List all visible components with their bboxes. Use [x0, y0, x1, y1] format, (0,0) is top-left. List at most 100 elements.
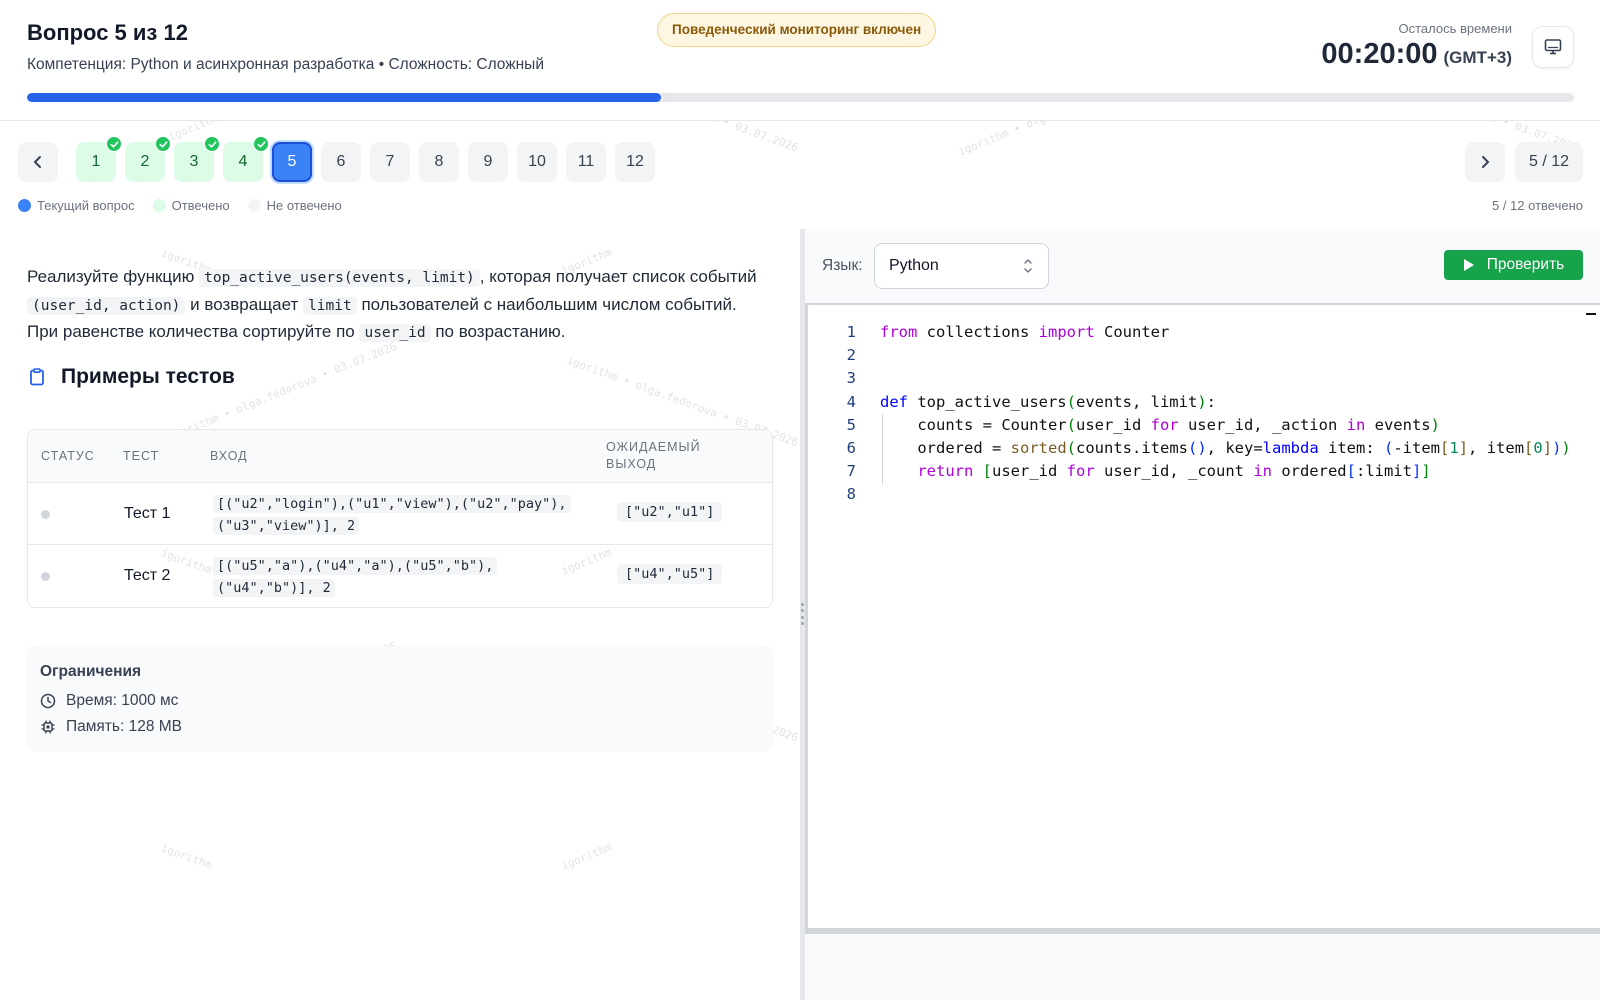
description-text: Реализуйте функцию: [27, 267, 195, 286]
question-number: 9: [483, 153, 493, 170]
legend-label: Отвечено: [171, 198, 230, 213]
screen-share-button[interactable]: [1532, 26, 1574, 68]
question-1-button[interactable]: 1: [76, 136, 122, 182]
question-number: 5: [287, 153, 297, 170]
question-number: 1: [91, 153, 101, 170]
question-10-button[interactable]: 10: [517, 142, 557, 182]
test-status-dot: [41, 510, 50, 519]
language-select[interactable]: Python: [874, 243, 1049, 289]
line-numbers: 1 2 3 4 5 6 7 8: [808, 321, 856, 507]
line-number: 1: [846, 323, 856, 341]
legend-dot: [18, 199, 31, 212]
test-input-line: ("u4","b")], 2: [213, 579, 335, 597]
description-text: , которая получает список событий: [479, 267, 757, 286]
timer-value: 00:20:00: [1321, 38, 1438, 70]
check-icon: [253, 136, 269, 152]
test-input-line: ("u3","view")], 2: [213, 517, 360, 535]
question-number: 10: [528, 153, 546, 170]
limits-panel: Ограничения Время: 1000 мс Память: 128 M…: [27, 646, 773, 752]
time-remaining-label: Осталось времени: [1398, 21, 1512, 36]
check-button[interactable]: Проверить: [1444, 250, 1583, 280]
clock-icon: [40, 693, 56, 709]
question-2-button[interactable]: 2: [125, 136, 171, 182]
timer: 00:20:00 (GMT+3): [1321, 38, 1512, 71]
code-editor[interactable]: 1 2 3 4 5 6 7 8 from collections import Counter…: [805, 303, 1600, 928]
column-header-test: ТЕСТ: [123, 449, 160, 463]
description-text: по возрастанию.: [435, 322, 566, 341]
check-button-label: Проверить: [1486, 256, 1565, 273]
question-11-button[interactable]: 11: [566, 142, 606, 182]
memory-limit: Память: 128 MB: [40, 718, 182, 736]
inline-code: (user_id, action): [27, 296, 186, 315]
code-content[interactable]: from collections import Counter def top_…: [880, 321, 1571, 483]
check-icon: [106, 136, 122, 152]
chevron-left-icon: [34, 156, 41, 168]
line-number: 3: [846, 369, 856, 388]
line-number: 5: [846, 415, 856, 434]
question-number: 6: [336, 153, 346, 170]
question-8-button[interactable]: 8: [419, 142, 459, 182]
question-4-button[interactable]: 4: [223, 136, 269, 182]
test-status-dot: [41, 572, 50, 581]
question-number: 7: [385, 153, 395, 170]
chevron-updown-icon: [1024, 259, 1032, 273]
page-title: Вопрос 5 из 12: [27, 20, 188, 45]
question-number: 2: [140, 153, 150, 170]
inline-code: top_active_users(events, limit): [199, 269, 480, 287]
task-pane: Реализуйте функцию top_active_users(even…: [0, 229, 800, 1000]
inline-code: user_id: [359, 324, 431, 342]
language-label: Язык:: [822, 257, 863, 274]
legend-label: Не отвечено: [266, 198, 342, 213]
timezone: (GMT+3): [1443, 48, 1512, 67]
question-position: 5 / 12: [1515, 142, 1583, 182]
minimize-icon[interactable]: [1586, 313, 1596, 315]
chip-icon: [41, 720, 55, 734]
progress-bar: [27, 93, 1574, 102]
tests-heading: Примеры тестов: [27, 365, 235, 389]
legend-dot: [247, 199, 261, 212]
question-5-button[interactable]: 5: [272, 142, 312, 182]
test-input-line: [("u2","login"),("u1","view"),("u2","pay…: [213, 495, 571, 513]
test-name: Тест 2: [124, 567, 171, 584]
line-number: 8: [846, 485, 856, 504]
question-6-button[interactable]: 6: [321, 142, 361, 182]
next-question-button[interactable]: [1465, 142, 1505, 182]
editor-scrollbar[interactable]: [805, 928, 1600, 934]
monitoring-badge: Поведенческий мониторинг включен: [657, 13, 937, 47]
description-text: и возвращает: [190, 294, 299, 314]
question-number: 12: [626, 153, 644, 170]
tests-title: Примеры тестов: [61, 365, 235, 388]
line-number: 7: [846, 462, 856, 481]
line-number: 4: [846, 392, 856, 411]
column-header-input: ВХОД: [210, 449, 248, 463]
question-3-button[interactable]: 3: [174, 136, 220, 182]
question-7-button[interactable]: 7: [370, 142, 410, 182]
splitter-handle[interactable]: [801, 603, 804, 625]
question-number: 8: [434, 153, 444, 170]
editor-pane: Язык: Python Проверить 1 2 3 4 5 6 7 8 from col…: [805, 229, 1600, 1000]
tests-table: СТАТУС ТЕСТ ВХОД ОЖИДАЕМЫЙ ВЫХОД Тест 1 …: [27, 429, 773, 608]
test-expected: ["u2","u1"]: [617, 502, 723, 522]
inline-code: limit: [303, 296, 357, 315]
monitor-icon: [1544, 39, 1562, 55]
check-icon: [204, 136, 220, 152]
test-input: [("u5","a"),("u4","a"),("u5","b"), ("u4",…: [213, 555, 573, 599]
answered-count: 5 / 12 отвечено: [1491, 198, 1583, 213]
memory-limit-text: Память: 128 MB: [66, 718, 183, 735]
test-input-line: [("u5","a"),("u4","a"),("u5","b"),: [213, 557, 498, 575]
question-9-button[interactable]: 9: [468, 142, 508, 182]
header: Вопрос 5 из 12 Компетенция: Python и аси…: [0, 0, 1600, 121]
column-header-expected: ОЖИДАЕМЫЙ ВЫХОД: [606, 440, 701, 471]
play-icon: [1463, 259, 1474, 271]
legend-unanswered: Не отвечено: [247, 198, 342, 213]
question-navigator: 1 2 3 4 5 6 7 8 9 10 11 12: [76, 136, 655, 182]
table-row: Тест 2 [("u5","a"),("u4","a"),("u5","b")…: [28, 545, 772, 607]
question-12-button[interactable]: 12: [615, 142, 655, 182]
prev-question-button[interactable]: [18, 142, 58, 182]
test-expected: ["u4","u5"]: [617, 564, 723, 584]
question-number: 3: [189, 153, 199, 170]
test-name: Тест 1: [124, 505, 171, 522]
progress-fill: [27, 93, 662, 102]
question-subtitle: Компетенция: Python и асинхронная разраб…: [27, 56, 544, 73]
chevron-right-icon: [1482, 156, 1489, 168]
